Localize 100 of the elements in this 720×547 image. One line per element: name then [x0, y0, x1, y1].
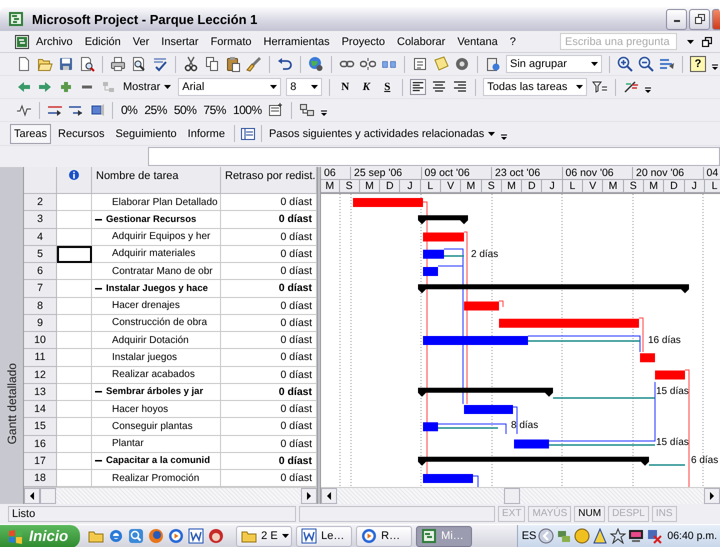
disconnected-icon[interactable]: [646, 528, 662, 544]
menu-item[interactable]: Ventana: [451, 34, 504, 50]
percent-complete-button[interactable]: 75%: [202, 103, 227, 117]
task-name[interactable]: Gestionar Recursos: [106, 214, 196, 225]
media-player-icon[interactable]: [168, 528, 184, 544]
unlink-icon[interactable]: [360, 56, 376, 72]
indicator-cell[interactable]: [57, 366, 92, 384]
save-icon[interactable]: [58, 56, 74, 72]
task-name[interactable]: Hacer hoyos: [112, 404, 168, 415]
view-tab[interactable]: Tareas: [10, 124, 52, 144]
view-tab[interactable]: Seguimiento: [112, 124, 181, 144]
globe-icon[interactable]: [308, 56, 324, 72]
font-dropdown[interactable]: Arial: [178, 78, 282, 96]
task-name[interactable]: Realizar Promoción: [112, 472, 200, 484]
zoom-out-icon[interactable]: [638, 56, 654, 72]
task-name[interactable]: Adquirir Equipos y her: [112, 231, 210, 242]
search-icon[interactable]: [128, 528, 144, 544]
scrollbar-thumb[interactable]: [504, 488, 520, 504]
task-name[interactable]: Adquirir Dotación: [112, 334, 189, 346]
indicator-cell[interactable]: [57, 401, 92, 418]
italic-button[interactable]: K: [358, 81, 374, 93]
percent-complete-button[interactable]: 0%: [120, 103, 138, 117]
indicator-cell[interactable]: [57, 246, 92, 263]
summary-bar[interactable]: [418, 215, 468, 224]
word-icon[interactable]: [301, 528, 318, 544]
word-icon[interactable]: [188, 528, 204, 544]
note-icon[interactable]: [433, 56, 449, 72]
zoom-in-icon[interactable]: [617, 56, 633, 72]
star-icon[interactable]: [610, 528, 626, 544]
menu-item[interactable]: Ver: [126, 34, 156, 50]
indicator-cell[interactable]: [57, 384, 92, 401]
left-arrow-icon[interactable]: [327, 492, 331, 500]
paste-icon[interactable]: [225, 56, 241, 72]
task-name[interactable]: Contratar Mano de obr: [112, 266, 213, 277]
guide-dropdown[interactable]: Pasos siguientes y actividades relacionadas: [266, 126, 498, 140]
restore-document-icon[interactable]: [702, 36, 712, 46]
task-name[interactable]: Elaborar Plan Detallado: [112, 196, 218, 208]
show-button[interactable]: Mostrar: [121, 80, 174, 94]
task-name[interactable]: Conseguir plantas: [112, 420, 193, 432]
media-player-icon[interactable]: [361, 528, 378, 544]
column-header[interactable]: Nombre de tarea: [92, 167, 221, 194]
project-icon[interactable]: [421, 528, 438, 544]
monitor-icon[interactable]: [628, 528, 644, 544]
indicator-cell[interactable]: [57, 314, 92, 332]
indicator-cell[interactable]: [57, 452, 92, 470]
menu-item[interactable]: Colaborar: [391, 34, 452, 50]
gantt-wizard-icon[interactable]: [623, 79, 640, 95]
caret-icon[interactable]: [488, 132, 496, 136]
caret-icon[interactable]: [282, 534, 289, 538]
task-name[interactable]: Sembrar árboles y jar: [106, 386, 204, 398]
percent-complete-button[interactable]: 100%: [232, 103, 263, 117]
restore-button[interactable]: [689, 8, 710, 30]
caret-icon[interactable]: [270, 85, 278, 89]
cut-icon[interactable]: [183, 56, 199, 72]
menu-item[interactable]: Archivo: [30, 34, 79, 50]
indicator-cell[interactable]: [57, 280, 92, 298]
view-tab[interactable]: Recursos: [54, 124, 108, 144]
help-search-field[interactable]: Escriba una pregunta: [560, 33, 677, 50]
taskbar-button[interactable]: Le…: [296, 526, 352, 546]
indicator-cell[interactable]: [57, 194, 92, 212]
collaborate-icon[interactable]: [298, 102, 315, 118]
help-button[interactable]: ?: [690, 56, 706, 72]
taskbar-button[interactable]: 2 E: [236, 526, 292, 546]
pulse-icon[interactable]: [16, 102, 32, 118]
taskbar-button[interactable]: R…: [356, 526, 412, 546]
plus-icon[interactable]: [58, 79, 74, 95]
caret-icon[interactable]: [576, 85, 584, 89]
project-icon[interactable]: [8, 11, 24, 27]
align-left-icon[interactable]: [410, 79, 426, 95]
restore-icon[interactable]: [694, 14, 704, 24]
right-arrow-icon[interactable]: [307, 492, 311, 500]
column-header[interactable]: [57, 167, 92, 194]
indicator-cell[interactable]: [57, 263, 92, 280]
font-size-dropdown[interactable]: 8: [286, 78, 322, 96]
browser-icon[interactable]: [108, 528, 124, 544]
network-icon[interactable]: [556, 528, 572, 544]
percent-complete-button[interactable]: 25%: [143, 103, 168, 117]
group-dropdown[interactable]: Sin agrupar: [506, 55, 602, 73]
task-bar[interactable]: [423, 250, 444, 259]
caret-icon[interactable]: [591, 62, 598, 66]
task-name[interactable]: Capacitar a la comunid: [106, 455, 210, 466]
printer-icon[interactable]: [110, 56, 126, 72]
new-document-icon[interactable]: [16, 56, 32, 72]
caret-icon[interactable]: [164, 85, 172, 89]
indicator-cell[interactable]: [57, 436, 92, 453]
task-name[interactable]: Instalar juegos: [112, 352, 178, 363]
go-to-task-icon[interactable]: [659, 56, 675, 72]
task-name[interactable]: Adquirir materiales: [112, 248, 196, 260]
filter-dropdown[interactable]: Todas las tareas: [483, 78, 588, 96]
column-header[interactable]: Retraso por redist.: [221, 167, 317, 194]
indicator-cell[interactable]: [57, 211, 92, 228]
dropdown-caret-icon[interactable]: [687, 40, 694, 44]
menu-item[interactable]: Formato: [204, 34, 258, 50]
task-name[interactable]: Instalar Juegos y hace: [106, 282, 208, 294]
scroll-right-button[interactable]: [301, 488, 317, 504]
scroll-left-button[interactable]: [321, 488, 337, 504]
copy-icon[interactable]: [204, 56, 220, 72]
collapse-icon[interactable]: [95, 457, 102, 464]
menu-item[interactable]: Proyecto: [336, 34, 391, 50]
indicator-cell[interactable]: [57, 332, 92, 350]
